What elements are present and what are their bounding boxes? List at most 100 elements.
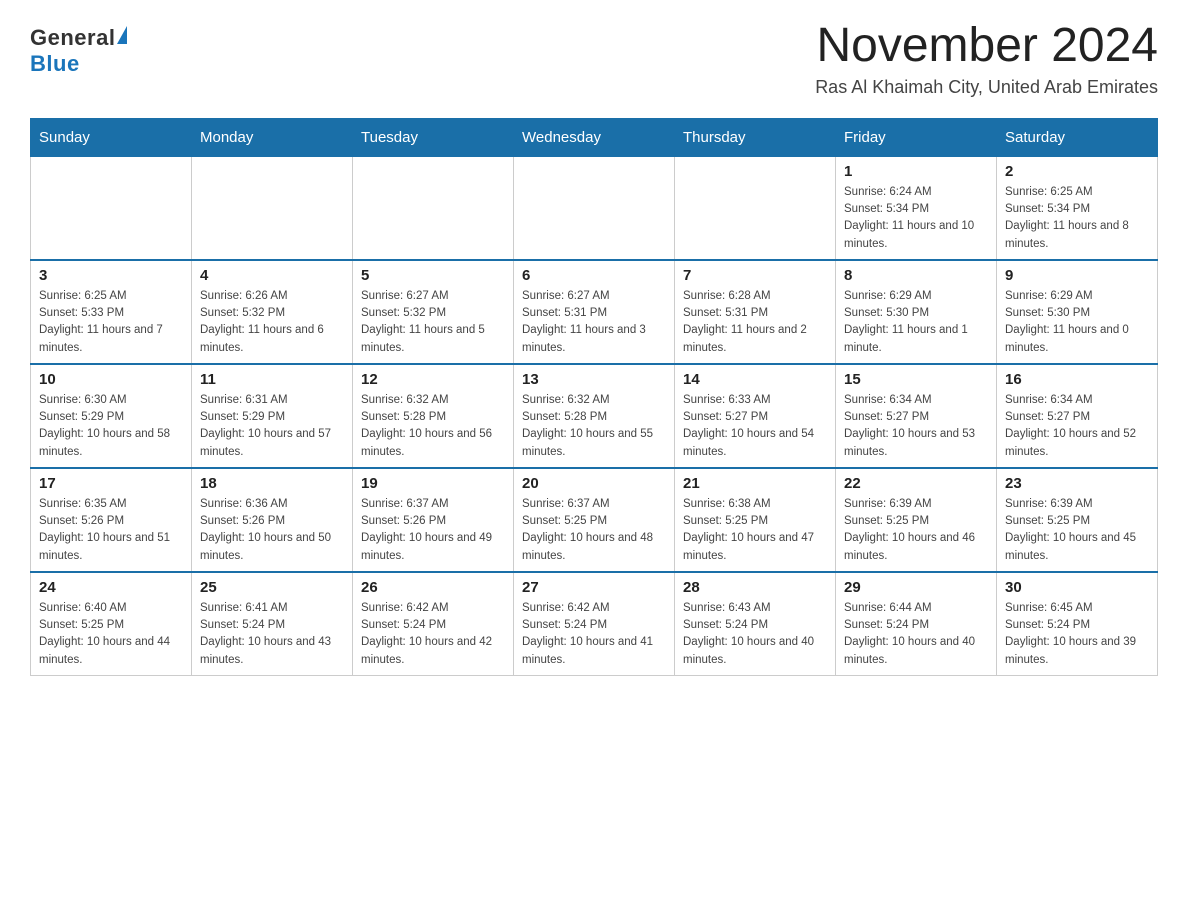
day-info: Sunrise: 6:39 AMSunset: 5:25 PMDaylight:… — [844, 496, 988, 565]
day-info: Sunrise: 6:40 AMSunset: 5:25 PMDaylight:… — [39, 600, 183, 669]
logo: General Blue — [30, 25, 127, 77]
day-info: Sunrise: 6:25 AMSunset: 5:33 PMDaylight:… — [39, 288, 183, 357]
day-number: 27 — [522, 579, 666, 596]
calendar-table: SundayMondayTuesdayWednesdayThursdayFrid… — [30, 118, 1158, 676]
month-title: November 2024 — [815, 20, 1158, 73]
calendar-cell: 10 Sunrise: 6:30 AMSunset: 5:29 PMDayligh… — [31, 364, 192, 468]
day-number: 8 — [844, 267, 988, 284]
day-info: Sunrise: 6:32 AMSunset: 5:28 PMDaylight:… — [522, 392, 666, 461]
day-number: 3 — [39, 267, 183, 284]
day-number: 24 — [39, 579, 183, 596]
title-section: November 2024 Ras Al Khaimah City, Unite… — [815, 20, 1158, 98]
day-number: 28 — [683, 579, 827, 596]
day-number: 11 — [200, 371, 344, 388]
day-info: Sunrise: 6:27 AMSunset: 5:31 PMDaylight:… — [522, 288, 666, 357]
calendar-cell: 13 Sunrise: 6:32 AMSunset: 5:28 PMDayligh… — [514, 364, 675, 468]
calendar-cell: 26 Sunrise: 6:42 AMSunset: 5:24 PMDayligh… — [353, 572, 514, 676]
day-info: Sunrise: 6:45 AMSunset: 5:24 PMDaylight:… — [1005, 600, 1149, 669]
day-info: Sunrise: 6:32 AMSunset: 5:28 PMDaylight:… — [361, 392, 505, 461]
day-info: Sunrise: 6:34 AMSunset: 5:27 PMDaylight:… — [844, 392, 988, 461]
weekday-header-thursday: Thursday — [675, 118, 836, 156]
day-number: 16 — [1005, 371, 1149, 388]
calendar-cell: 12 Sunrise: 6:32 AMSunset: 5:28 PMDayligh… — [353, 364, 514, 468]
calendar-cell: 14 Sunrise: 6:33 AMSunset: 5:27 PMDayligh… — [675, 364, 836, 468]
day-info: Sunrise: 6:29 AMSunset: 5:30 PMDaylight:… — [1005, 288, 1149, 357]
weekday-header-saturday: Saturday — [997, 118, 1158, 156]
calendar-cell: 20 Sunrise: 6:37 AMSunset: 5:25 PMDayligh… — [514, 468, 675, 572]
day-number: 18 — [200, 475, 344, 492]
calendar-cell: 19 Sunrise: 6:37 AMSunset: 5:26 PMDayligh… — [353, 468, 514, 572]
day-number: 6 — [522, 267, 666, 284]
page-header: General Blue November 2024 Ras Al Khaima… — [30, 20, 1158, 98]
calendar-cell: 6 Sunrise: 6:27 AMSunset: 5:31 PMDaylight… — [514, 260, 675, 364]
day-info: Sunrise: 6:33 AMSunset: 5:27 PMDaylight:… — [683, 392, 827, 461]
day-number: 17 — [39, 475, 183, 492]
calendar-week-2: 3 Sunrise: 6:25 AMSunset: 5:33 PMDaylight… — [31, 260, 1158, 364]
day-info: Sunrise: 6:44 AMSunset: 5:24 PMDaylight:… — [844, 600, 988, 669]
calendar-cell: 29 Sunrise: 6:44 AMSunset: 5:24 PMDayligh… — [836, 572, 997, 676]
calendar-cell: 2 Sunrise: 6:25 AMSunset: 5:34 PMDaylight… — [997, 156, 1158, 260]
day-info: Sunrise: 6:25 AMSunset: 5:34 PMDaylight:… — [1005, 184, 1149, 253]
day-number: 30 — [1005, 579, 1149, 596]
calendar-cell: 24 Sunrise: 6:40 AMSunset: 5:25 PMDayligh… — [31, 572, 192, 676]
day-number: 26 — [361, 579, 505, 596]
day-number: 1 — [844, 163, 988, 180]
logo-blue: Blue — [30, 51, 80, 76]
calendar-cell: 9Sunrise: 6:29 AMSunset: 5:30 PMDaylight… — [997, 260, 1158, 364]
day-number: 15 — [844, 371, 988, 388]
calendar-cell — [675, 156, 836, 260]
day-number: 22 — [844, 475, 988, 492]
calendar-cell — [353, 156, 514, 260]
day-info: Sunrise: 6:29 AMSunset: 5:30 PMDaylight:… — [844, 288, 988, 357]
day-info: Sunrise: 6:42 AMSunset: 5:24 PMDaylight:… — [522, 600, 666, 669]
day-info: Sunrise: 6:42 AMSunset: 5:24 PMDaylight:… — [361, 600, 505, 669]
weekday-header-sunday: Sunday — [31, 118, 192, 156]
day-number: 23 — [1005, 475, 1149, 492]
day-info: Sunrise: 6:38 AMSunset: 5:25 PMDaylight:… — [683, 496, 827, 565]
weekday-header-wednesday: Wednesday — [514, 118, 675, 156]
calendar-week-3: 10 Sunrise: 6:30 AMSunset: 5:29 PMDayligh… — [31, 364, 1158, 468]
day-number: 7 — [683, 267, 827, 284]
day-number: 2 — [1005, 163, 1149, 180]
day-number: 14 — [683, 371, 827, 388]
day-info: Sunrise: 6:37 AMSunset: 5:26 PMDaylight:… — [361, 496, 505, 565]
logo-general: General — [30, 25, 115, 51]
day-info: Sunrise: 6:43 AMSunset: 5:24 PMDaylight:… — [683, 600, 827, 669]
day-info: Sunrise: 6:28 AMSunset: 5:31 PMDaylight:… — [683, 288, 827, 357]
logo-arrow-icon — [117, 26, 127, 44]
calendar-cell: 5Sunrise: 6:27 AMSunset: 5:32 PMDaylight… — [353, 260, 514, 364]
calendar-cell: 23Sunrise: 6:39 AMSunset: 5:25 PMDayligh… — [997, 468, 1158, 572]
calendar-cell: 8 Sunrise: 6:29 AMSunset: 5:30 PMDaylight… — [836, 260, 997, 364]
calendar-cell: 15 Sunrise: 6:34 AMSunset: 5:27 PMDayligh… — [836, 364, 997, 468]
calendar-week-5: 24 Sunrise: 6:40 AMSunset: 5:25 PMDayligh… — [31, 572, 1158, 676]
location-title: Ras Al Khaimah City, United Arab Emirate… — [815, 77, 1158, 98]
calendar-cell: 16 Sunrise: 6:34 AMSunset: 5:27 PMDayligh… — [997, 364, 1158, 468]
weekday-header-friday: Friday — [836, 118, 997, 156]
day-number: 13 — [522, 371, 666, 388]
day-info: Sunrise: 6:36 AMSunset: 5:26 PMDaylight:… — [200, 496, 344, 565]
calendar-cell — [31, 156, 192, 260]
day-number: 12 — [361, 371, 505, 388]
day-number: 21 — [683, 475, 827, 492]
day-info: Sunrise: 6:35 AMSunset: 5:26 PMDaylight:… — [39, 496, 183, 565]
calendar-week-1: 1 Sunrise: 6:24 AMSunset: 5:34 PMDaylight… — [31, 156, 1158, 260]
calendar-cell — [192, 156, 353, 260]
day-number: 20 — [522, 475, 666, 492]
day-number: 10 — [39, 371, 183, 388]
day-number: 29 — [844, 579, 988, 596]
day-number: 19 — [361, 475, 505, 492]
calendar-cell: 27 Sunrise: 6:42 AMSunset: 5:24 PMDayligh… — [514, 572, 675, 676]
calendar-cell: 4Sunrise: 6:26 AMSunset: 5:32 PMDaylight… — [192, 260, 353, 364]
day-info: Sunrise: 6:24 AMSunset: 5:34 PMDaylight:… — [844, 184, 988, 253]
calendar-cell: 1 Sunrise: 6:24 AMSunset: 5:34 PMDaylight… — [836, 156, 997, 260]
calendar-cell: 21 Sunrise: 6:38 AMSunset: 5:25 PMDayligh… — [675, 468, 836, 572]
day-info: Sunrise: 6:41 AMSunset: 5:24 PMDaylight:… — [200, 600, 344, 669]
calendar-cell — [514, 156, 675, 260]
day-info: Sunrise: 6:37 AMSunset: 5:25 PMDaylight:… — [522, 496, 666, 565]
calendar-cell: 18 Sunrise: 6:36 AMSunset: 5:26 PMDayligh… — [192, 468, 353, 572]
day-number: 25 — [200, 579, 344, 596]
calendar-cell: 17 Sunrise: 6:35 AMSunset: 5:26 PMDayligh… — [31, 468, 192, 572]
weekday-header-tuesday: Tuesday — [353, 118, 514, 156]
day-info: Sunrise: 6:34 AMSunset: 5:27 PMDaylight:… — [1005, 392, 1149, 461]
day-info: Sunrise: 6:30 AMSunset: 5:29 PMDaylight:… — [39, 392, 183, 461]
